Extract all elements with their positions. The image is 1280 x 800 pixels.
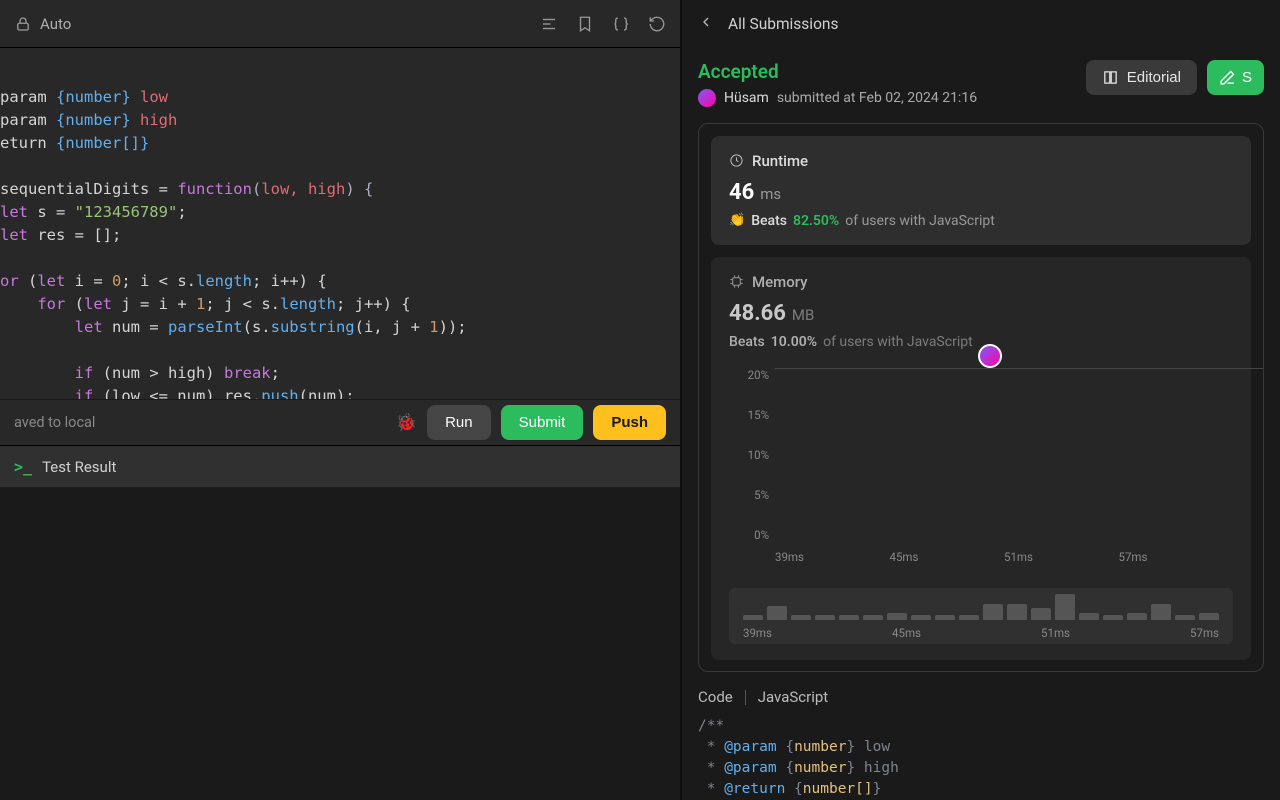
lock-icon [14, 15, 32, 33]
memory-title: Memory [752, 273, 808, 291]
solution-button[interactable]: S [1207, 60, 1264, 95]
runtime-value: 46 [729, 180, 754, 205]
submitted-at: submitted at Feb 02, 2024 21:16 [777, 90, 977, 106]
runtime-unit: ms [760, 185, 781, 203]
runtime-title: Runtime [752, 152, 808, 170]
test-result-body [0, 487, 680, 800]
push-button[interactable]: Push [593, 405, 666, 440]
run-button[interactable]: Run [427, 405, 491, 440]
author-name[interactable]: Hüsam [724, 90, 769, 106]
chip-icon [729, 274, 744, 289]
memory-card[interactable]: Memory 48.66 MB Beats 10.00% of users wi… [711, 257, 1251, 660]
reset-icon[interactable] [648, 15, 666, 33]
submissions-header: All Submissions [682, 0, 1280, 48]
code-section-header: Code JavaScript [682, 672, 1280, 716]
editor-footer: aved to local 🐞 Run Submit Push [0, 399, 680, 445]
edit-icon [1219, 69, 1236, 86]
language-selector[interactable]: Auto [14, 15, 71, 33]
submission-panel: All Submissions Accepted Hüsam submitted… [682, 0, 1280, 800]
submitted-code: /** * @param {number} low * @param {numb… [698, 716, 1264, 800]
memory-chart[interactable]: 20%15%10%5%0% 39ms45ms51ms57ms [729, 368, 1233, 578]
back-button[interactable] [698, 14, 714, 34]
editor-panel: Auto param {number} low param {number} h… [0, 0, 682, 800]
debug-icon[interactable]: 🐞 [396, 413, 417, 433]
divider [745, 690, 746, 705]
test-result-label: Test Result [42, 458, 116, 476]
memory-unit: MB [792, 306, 814, 324]
all-submissions-link[interactable]: All Submissions [728, 15, 838, 33]
editorial-button[interactable]: Editorial [1086, 60, 1197, 95]
save-status: aved to local [14, 414, 95, 431]
submit-button[interactable]: Submit [501, 405, 584, 440]
bookmark-icon[interactable] [576, 15, 594, 33]
chart-marker [978, 344, 1002, 368]
memory-chart-minimap[interactable]: 39ms45ms51ms57ms [729, 588, 1233, 644]
book-icon [1102, 69, 1119, 86]
runtime-beats-pct: 82.50% [793, 213, 839, 229]
code-label: Code [698, 688, 733, 706]
format-icon[interactable] [540, 15, 558, 33]
code-editor[interactable]: param {number} low param {number} high e… [0, 48, 680, 399]
memory-value: 48.66 [729, 301, 786, 326]
terminal-icon: >_ [14, 458, 32, 476]
clock-icon [729, 153, 744, 168]
metrics-container: Runtime 46 ms 👏 Beats 82.50% of users wi… [698, 123, 1264, 672]
runtime-card[interactable]: Runtime 46 ms 👏 Beats 82.50% of users wi… [711, 136, 1251, 245]
test-result-tab[interactable]: >_ Test Result [0, 445, 680, 487]
lang-label: JavaScript [758, 688, 828, 706]
editor-topbar: Auto [0, 0, 680, 48]
memory-beats-pct: 10.00% [771, 334, 817, 350]
status-accepted: Accepted [698, 60, 977, 83]
braces-icon[interactable] [612, 15, 630, 33]
language-label: Auto [40, 15, 71, 33]
avatar[interactable] [698, 89, 716, 107]
clap-icon: 👏 [729, 213, 745, 228]
